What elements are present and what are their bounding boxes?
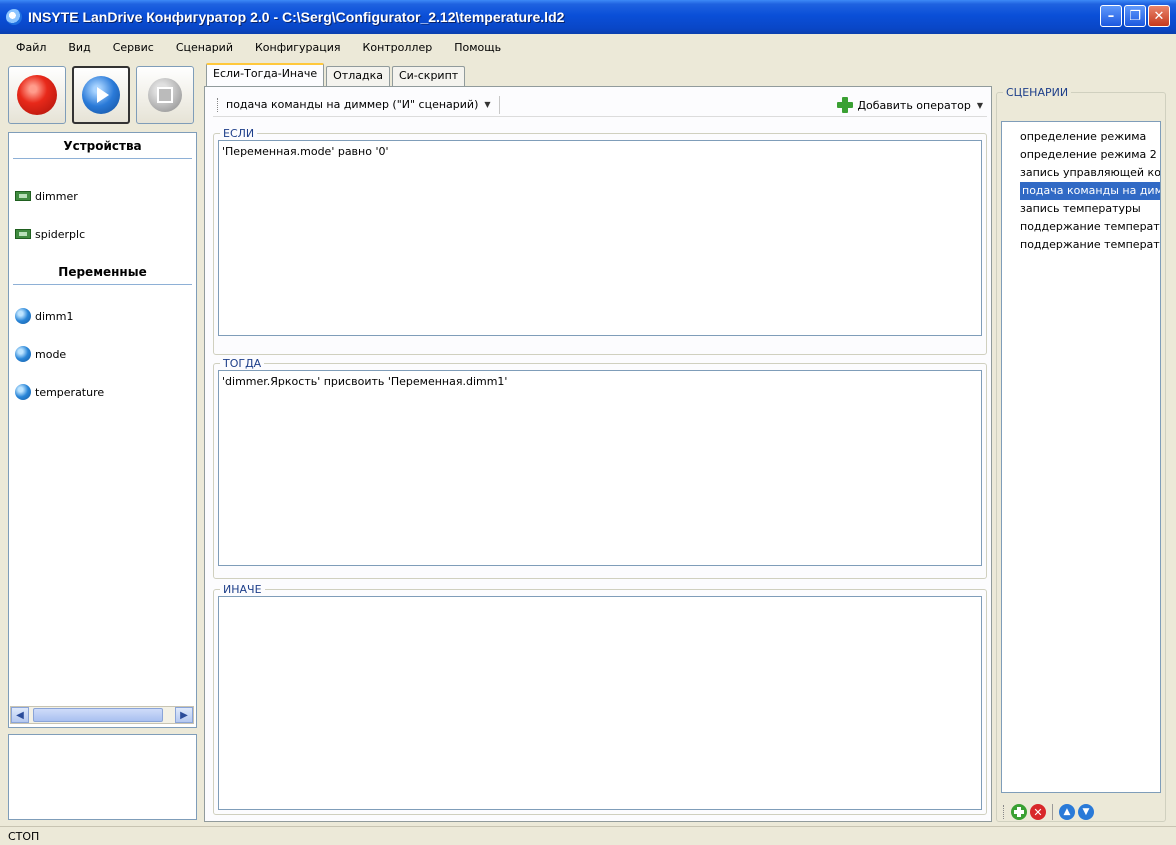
variable-item[interactable]: mode — [9, 335, 196, 373]
device-tree: Устройства dimmer spiderplc Переменные d… — [8, 132, 197, 728]
device-item[interactable]: spiderplc — [9, 215, 196, 253]
close-button[interactable]: ✕ — [1148, 5, 1170, 27]
tab-bar: Если-Тогда-Иначе Отладка Си-скрипт — [206, 63, 467, 86]
delete-scenario-icon[interactable]: ✕ — [1030, 804, 1046, 820]
toolbar-separator — [498, 95, 500, 114]
scenarios-label: СЦЕНАРИИ — [1006, 86, 1069, 99]
chevron-down-icon: ▼ — [976, 100, 983, 110]
tab-if-then-else[interactable]: Если-Тогда-Иначе — [206, 63, 325, 86]
variable-icon — [15, 346, 31, 362]
device-icon — [15, 191, 31, 201]
menu-controller[interactable]: Контроллер — [363, 41, 433, 54]
tab-c-script[interactable]: Си-скрипт — [391, 66, 466, 86]
variable-label: temperature — [35, 385, 105, 399]
variables-header: Переменные — [13, 259, 192, 285]
plus-icon — [837, 97, 854, 113]
editor-toolbar: подача команды на диммер ("И" сценарий) … — [213, 93, 987, 117]
scenarios-group: СЦЕНАРИИ определение режима определение … — [996, 86, 1166, 822]
if-label: ЕСЛИ — [223, 127, 255, 140]
device-label: spiderplc — [35, 227, 86, 241]
stop-button[interactable] — [136, 66, 194, 124]
device-item[interactable]: dimmer — [9, 177, 196, 215]
menu-service[interactable]: Сервис — [113, 41, 154, 54]
menu-scenario[interactable]: Сценарий — [176, 41, 233, 54]
scenario-dropdown[interactable]: подача команды на диммер ("И" сценарий) — [226, 98, 478, 111]
tab-debug[interactable]: Отладка — [326, 66, 390, 86]
device-icon — [15, 229, 31, 239]
device-label: dimmer — [35, 189, 78, 203]
scroll-left-icon[interactable]: ◀ — [11, 707, 29, 723]
restore-button[interactable]: ❐ — [1124, 5, 1146, 27]
variable-label: mode — [35, 347, 67, 361]
scenarios-list: определение режима определение режима 2 … — [1001, 121, 1161, 793]
status-text: СТОП — [8, 829, 40, 843]
add-scenario-icon[interactable] — [1011, 804, 1027, 820]
devices-header: Устройства — [13, 133, 192, 159]
list-item[interactable]: запись температуры — [1002, 200, 1160, 218]
record-icon — [17, 75, 57, 115]
window-title: INSYTE LanDrive Конфигуратор 2.0 - C:\Se… — [28, 9, 565, 25]
status-bar: СТОП — [0, 826, 1176, 845]
toolbar-grip — [217, 97, 220, 112]
scenario-editor: подача команды на диммер ("И" сценарий) … — [204, 86, 992, 822]
chevron-down-icon[interactable]: ▼ — [484, 100, 490, 109]
move-up-icon[interactable]: ▲ — [1059, 804, 1075, 820]
variable-icon — [15, 384, 31, 400]
if-condition-box[interactable]: 'Переменная.mode' равно '0' — [218, 140, 982, 336]
add-operator-label: Добавить оператор — [857, 98, 971, 112]
list-item[interactable]: определение режима 2 — [1002, 146, 1160, 164]
stop-icon — [148, 78, 182, 112]
properties-panel — [8, 734, 197, 820]
scroll-thumb[interactable] — [33, 708, 163, 722]
variable-item[interactable]: temperature — [9, 373, 196, 411]
variable-label: dimm1 — [35, 309, 74, 323]
menu-configuration[interactable]: Конфигурация — [255, 41, 341, 54]
menu-file[interactable]: Файл — [16, 41, 46, 54]
menu-help[interactable]: Помощь — [454, 41, 501, 54]
list-item[interactable]: запись управляющей ко — [1002, 164, 1160, 182]
then-action-box[interactable]: 'dimmer.Яркость' присвоить 'Переменная.d… — [218, 370, 982, 566]
play-icon — [82, 76, 120, 114]
variable-item[interactable]: dimm1 — [9, 297, 196, 335]
else-group: ИНАЧЕ — [213, 583, 987, 815]
scroll-right-icon[interactable]: ▶ — [175, 707, 193, 723]
then-group: ТОГДА 'dimmer.Яркость' присвоить 'Переме… — [213, 357, 987, 579]
record-button[interactable] — [8, 66, 66, 124]
play-button[interactable] — [72, 66, 130, 124]
else-action-box[interactable] — [218, 596, 982, 810]
toolbar-separator — [1052, 804, 1053, 820]
horizontal-scrollbar[interactable]: ◀ ▶ — [10, 706, 194, 724]
else-label: ИНАЧЕ — [223, 583, 262, 596]
list-item[interactable]: поддержание температу — [1002, 236, 1160, 254]
variable-icon — [15, 308, 31, 324]
menu-view[interactable]: Вид — [68, 41, 90, 54]
add-operator-button[interactable]: Добавить оператор ▼ — [837, 97, 983, 113]
app-icon — [6, 9, 22, 25]
title-bar: INSYTE LanDrive Конфигуратор 2.0 - C:\Se… — [0, 0, 1176, 34]
list-item[interactable]: определение режима — [1002, 128, 1160, 146]
menu-bar: Файл Вид Сервис Сценарий Конфигурация Ко… — [0, 34, 1176, 60]
toolbar-grip — [1003, 805, 1006, 819]
list-item-selected[interactable]: подача команды на дим — [1020, 182, 1160, 200]
move-down-icon[interactable]: ▼ — [1078, 804, 1094, 820]
main-toolbar — [8, 66, 198, 126]
then-label: ТОГДА — [223, 357, 262, 370]
scenarios-toolbar: ✕ ▲ ▼ — [1001, 799, 1094, 825]
minimize-button[interactable]: – — [1100, 5, 1122, 27]
list-item[interactable]: поддержание температу — [1002, 218, 1160, 236]
if-group: ЕСЛИ 'Переменная.mode' равно '0' — [213, 127, 987, 355]
